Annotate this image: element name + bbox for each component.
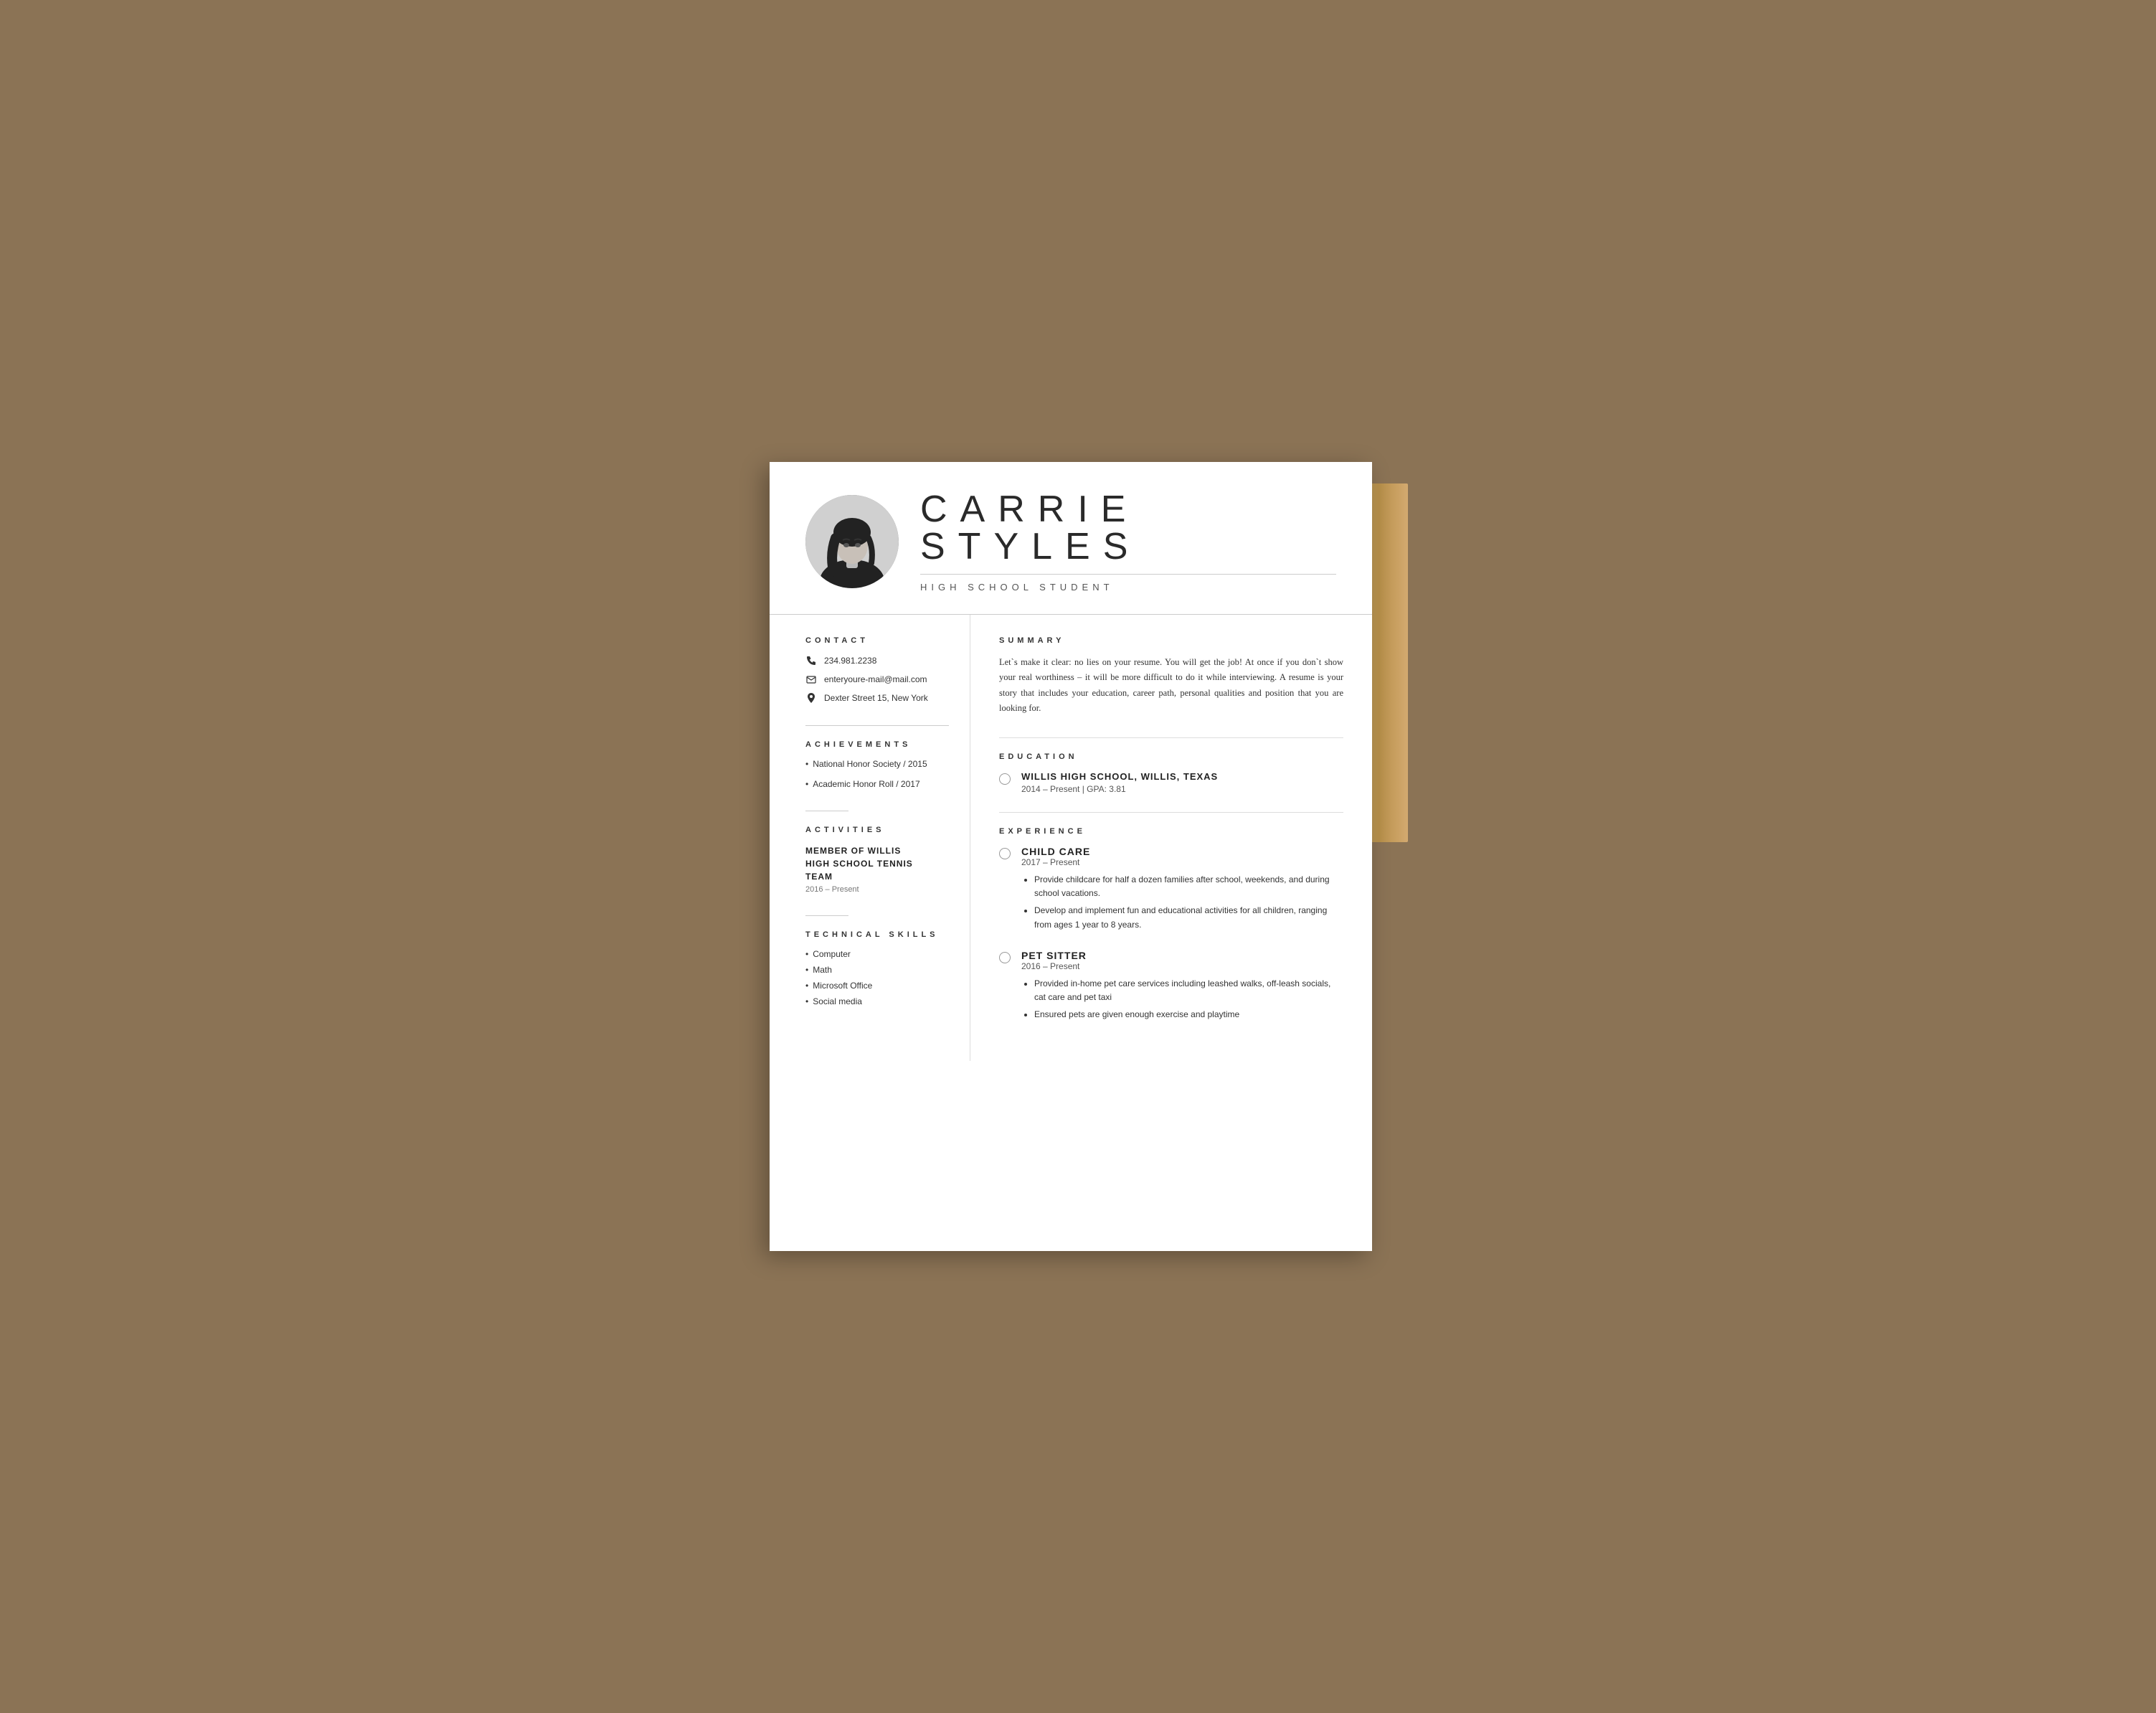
candidate-name: CARRIE STYLES — [920, 491, 1336, 565]
exp-bullet-1-2: Develop and implement fun and educationa… — [1034, 904, 1343, 931]
summary-section-title: SUMMARY — [999, 636, 1343, 645]
left-column: CONTACT 234.981.2238 — [770, 615, 970, 1061]
header-divider — [920, 574, 1336, 575]
education-section: EDUCATION WILLIS HIGH SCHOOL, WILLIS, TE… — [999, 752, 1343, 794]
school-detail: 2014 – Present | GPA: 3.81 — [1021, 784, 1218, 794]
location-icon — [805, 692, 817, 704]
skill-text-4: Social media — [813, 996, 862, 1006]
contact-email-item: enteryoure-mail@mail.com — [805, 674, 941, 685]
summary-divider — [999, 737, 1343, 738]
exp-date-2: 2016 – Present — [1021, 961, 1343, 971]
candidate-job-title: HIGH SCHOOL STUDENT — [920, 582, 1336, 593]
bullet-1: • — [805, 759, 808, 769]
technical-skills-section: TECHNICAL SKILLS • Computer • Math • Mic… — [805, 930, 941, 1006]
contact-section-divider — [805, 725, 949, 726]
exp-content-1: CHILD CARE 2017 – Present Provide childc… — [1021, 846, 1343, 935]
skill-item-4: • Social media — [805, 996, 941, 1006]
resume-header: CARRIE STYLES HIGH SCHOOL STUDENT — [770, 462, 1372, 615]
activities-section-title: ACTIVITIES — [805, 826, 941, 834]
education-divider — [999, 812, 1343, 813]
education-content: WILLIS HIGH SCHOOL, WILLIS, TEXAS 2014 –… — [1021, 771, 1218, 794]
experience-entry-1: CHILD CARE 2017 – Present Provide childc… — [999, 846, 1343, 935]
achievements-section: ACHIEVEMENTS • National Honor Society / … — [805, 740, 941, 789]
activities-section: ACTIVITIES MEMBER OF WILLISHIGH SCHOOL T… — [805, 826, 941, 894]
resume-body: CONTACT 234.981.2238 — [770, 615, 1372, 1061]
experience-entry-2: PET SITTER 2016 – Present Provided in-ho… — [999, 950, 1343, 1026]
achievement-text-2: Academic Honor Roll / 2017 — [813, 779, 919, 789]
school-name: WILLIS HIGH SCHOOL, WILLIS, TEXAS — [1021, 771, 1218, 782]
skills-section-title: TECHNICAL SKILLS — [805, 930, 941, 939]
skill-text-3: Microsoft Office — [813, 981, 872, 991]
phone-number: 234.981.2238 — [824, 656, 876, 666]
skill-text-2: Math — [813, 965, 832, 975]
summary-section: SUMMARY Let`s make it clear: no lies on … — [999, 636, 1343, 716]
exp-content-2: PET SITTER 2016 – Present Provided in-ho… — [1021, 950, 1343, 1026]
experience-section: EXPERIENCE CHILD CARE 2017 – Present Pro… — [999, 827, 1343, 1025]
profile-svg — [805, 495, 899, 588]
education-section-title: EDUCATION — [999, 752, 1343, 761]
skill-bullet-3: • — [805, 981, 808, 991]
skill-bullet-4: • — [805, 996, 808, 1006]
resume-document: CARRIE STYLES HIGH SCHOOL STUDENT CONTAC… — [770, 462, 1372, 1251]
contact-phone-item: 234.981.2238 — [805, 655, 941, 666]
exp-bullet-2-1: Provided in-home pet care services inclu… — [1034, 977, 1343, 1004]
achievements-section-title: ACHIEVEMENTS — [805, 740, 941, 749]
street-address: Dexter Street 15, New York — [824, 693, 928, 703]
education-timeline-dot — [999, 773, 1011, 785]
exp-timeline-dot-1 — [999, 848, 1011, 859]
phone-icon — [805, 655, 817, 666]
summary-text: Let`s make it clear: no lies on your res… — [999, 655, 1343, 716]
achievement-item-2: • Academic Honor Roll / 2017 — [805, 779, 941, 789]
activity-org-name: MEMBER OF WILLISHIGH SCHOOL TENNIS TEAM — [805, 844, 941, 883]
skill-item-1: • Computer — [805, 949, 941, 959]
contact-section-title: CONTACT — [805, 636, 941, 645]
activity-date: 2016 – Present — [805, 885, 941, 894]
exp-bullets-1: Provide childcare for half a dozen famil… — [1021, 873, 1343, 932]
exp-title-1: CHILD CARE — [1021, 846, 1343, 857]
exp-bullet-1-1: Provide childcare for half a dozen famil… — [1034, 873, 1343, 900]
exp-bullet-2-2: Ensured pets are given enough exercise a… — [1034, 1008, 1343, 1021]
skill-bullet-1: • — [805, 949, 808, 959]
skill-item-2: • Math — [805, 965, 941, 975]
header-text-block: CARRIE STYLES HIGH SCHOOL STUDENT — [920, 491, 1336, 593]
email-icon — [805, 674, 817, 685]
exp-timeline-dot-2 — [999, 952, 1011, 963]
exp-title-2: PET SITTER — [1021, 950, 1343, 961]
activities-section-divider — [805, 915, 848, 916]
page-wrapper: CARRIE STYLES HIGH SCHOOL STUDENT CONTAC… — [770, 462, 1386, 1251]
achievement-item-1: • National Honor Society / 2015 — [805, 759, 941, 769]
achievement-text-1: National Honor Society / 2015 — [813, 759, 927, 769]
skill-text-1: Computer — [813, 949, 851, 959]
contact-address-item: Dexter Street 15, New York — [805, 692, 941, 704]
experience-section-title: EXPERIENCE — [999, 827, 1343, 836]
skill-bullet-2: • — [805, 965, 808, 975]
skill-item-3: • Microsoft Office — [805, 981, 941, 991]
exp-bullets-2: Provided in-home pet care services inclu… — [1021, 977, 1343, 1022]
right-column: SUMMARY Let`s make it clear: no lies on … — [970, 615, 1372, 1061]
contact-section: CONTACT 234.981.2238 — [805, 636, 941, 704]
profile-photo — [805, 495, 899, 588]
exp-date-1: 2017 – Present — [1021, 857, 1343, 867]
education-entry: WILLIS HIGH SCHOOL, WILLIS, TEXAS 2014 –… — [999, 771, 1343, 794]
email-address: enteryoure-mail@mail.com — [824, 674, 927, 684]
bullet-2: • — [805, 779, 808, 789]
